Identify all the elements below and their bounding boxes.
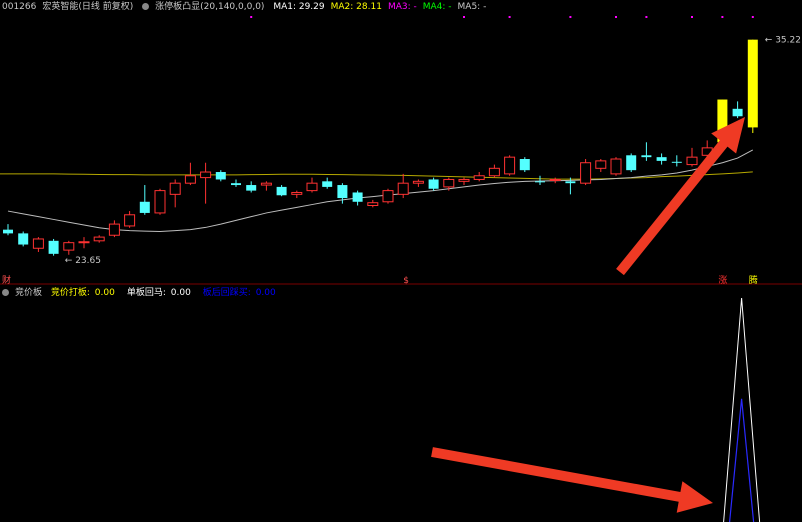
candle-body bbox=[154, 190, 166, 214]
candle-body bbox=[18, 233, 29, 245]
signal-marker bbox=[615, 16, 617, 18]
candle-body bbox=[443, 178, 455, 188]
candle-body bbox=[93, 236, 105, 242]
candle-body bbox=[139, 201, 150, 213]
candle-body bbox=[169, 182, 181, 195]
event-tag: $ bbox=[403, 276, 409, 286]
candle-body bbox=[626, 155, 637, 171]
candle-body bbox=[215, 172, 226, 180]
ma2-line bbox=[8, 171, 753, 180]
candle-body bbox=[352, 192, 363, 202]
finance-tag: 财 bbox=[2, 274, 11, 286]
candle-body bbox=[565, 181, 576, 184]
signal-marker bbox=[691, 16, 693, 18]
candle-body bbox=[124, 214, 136, 227]
candle-body bbox=[488, 167, 500, 177]
signal-marker bbox=[463, 16, 465, 18]
signal-marker bbox=[508, 16, 511, 18]
annotation-arrow-upper bbox=[616, 117, 745, 276]
candle-body bbox=[519, 159, 530, 171]
candle-body bbox=[322, 181, 333, 187]
candle-body bbox=[458, 178, 470, 182]
candle-body bbox=[231, 183, 241, 186]
candle-body bbox=[367, 202, 379, 206]
candle-body bbox=[78, 241, 90, 244]
candle-body bbox=[382, 190, 394, 203]
candle-body bbox=[32, 238, 44, 249]
candle-body bbox=[246, 185, 257, 191]
candle-body bbox=[260, 182, 272, 186]
candle-body bbox=[397, 182, 409, 195]
candle-body bbox=[184, 175, 196, 184]
candle-body bbox=[3, 229, 13, 234]
candle-body bbox=[504, 156, 516, 175]
low-price-label: ← 23.65 bbox=[65, 256, 101, 266]
candle-body bbox=[473, 175, 485, 180]
signal-marker bbox=[721, 16, 724, 18]
signal-marker bbox=[569, 16, 572, 18]
stock-chart[interactable]: ← 35.22 ← 23.65 财 $ 涨 腾 bbox=[0, 0, 802, 522]
signal-marker bbox=[250, 16, 253, 18]
candle-body bbox=[671, 161, 682, 163]
candle-body bbox=[63, 242, 75, 251]
candle-body bbox=[732, 108, 743, 117]
candle-body bbox=[291, 191, 303, 195]
signal-marker bbox=[645, 16, 648, 18]
candle-body bbox=[747, 39, 758, 128]
limit-up-tag: 涨 bbox=[718, 275, 727, 286]
candle-body bbox=[48, 240, 59, 254]
candle-body bbox=[686, 156, 698, 166]
teng-tag: 腾 bbox=[749, 274, 758, 286]
candle-body bbox=[276, 186, 287, 196]
spike-blue-line bbox=[729, 398, 755, 522]
candle-body bbox=[641, 155, 652, 158]
candle-body bbox=[412, 180, 424, 184]
arrow-shape bbox=[431, 447, 713, 513]
high-price-label: ← 35.22 bbox=[765, 36, 801, 46]
candle-body bbox=[580, 162, 592, 184]
candle-body bbox=[306, 182, 318, 192]
candle-body bbox=[610, 158, 622, 175]
candle-body bbox=[549, 178, 561, 181]
candle-body bbox=[535, 181, 545, 183]
candle-body bbox=[200, 171, 212, 179]
candle-body bbox=[656, 157, 667, 161]
candle-body bbox=[595, 160, 607, 169]
candle-body bbox=[108, 223, 120, 236]
arrow-shape bbox=[616, 117, 745, 276]
ma1-line bbox=[7, 149, 754, 233]
candle-body bbox=[428, 179, 439, 189]
candle-body bbox=[337, 185, 348, 199]
spike-white-line bbox=[723, 297, 761, 522]
annotation-arrow-lower bbox=[431, 447, 713, 513]
signal-marker bbox=[751, 16, 754, 18]
